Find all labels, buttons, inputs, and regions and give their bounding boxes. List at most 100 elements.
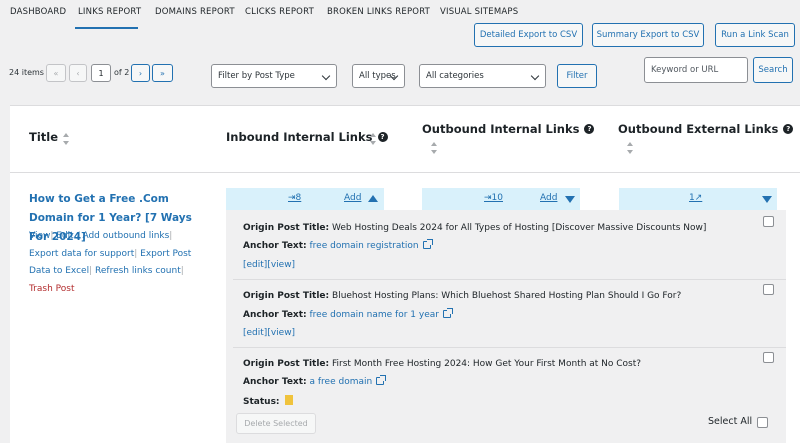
origin-title: Web Hosting Deals 2024 for All Types of … <box>332 223 707 233</box>
items-count: 24 items <box>9 68 44 77</box>
select-all-label: Select All <box>708 416 753 427</box>
expand-icon[interactable] <box>762 196 772 203</box>
help-icon[interactable]: ? <box>584 124 595 134</box>
external-link-icon[interactable] <box>376 375 387 385</box>
inbound-count-link[interactable]: ⇥8 <box>288 193 301 203</box>
origin-label: Origin Post Title: <box>243 359 330 369</box>
search-button[interactable]: Search <box>753 57 793 83</box>
sort-icon[interactable] <box>430 142 438 158</box>
inbound-add-link[interactable]: Add <box>344 193 361 203</box>
anchor-label: Anchor Text: <box>243 241 307 251</box>
tab-domains-report[interactable]: DOMAINS REPORT <box>155 7 235 17</box>
summary-export-button[interactable]: Summary Export to CSV <box>592 23 704 47</box>
external-link-icon[interactable] <box>442 308 453 318</box>
entry-divider <box>233 347 786 348</box>
origin-label: Origin Post Title: <box>243 291 330 301</box>
entry-actions: [edit][view] <box>243 328 295 338</box>
detailed-export-button[interactable]: Detailed Export to CSV <box>474 23 583 47</box>
delete-selected-button[interactable]: Delete Selected <box>236 413 316 434</box>
anchor-line: Anchor Text: a free domain <box>243 375 387 387</box>
column-title[interactable]: Title <box>29 130 58 144</box>
sort-icon[interactable] <box>369 133 377 149</box>
header-divider <box>10 172 800 173</box>
types-select[interactable]: All types <box>352 64 405 88</box>
status-flag-icon <box>284 395 293 405</box>
view-link[interactable]: View <box>29 231 50 241</box>
inbound-count-bar: ⇥8 Add <box>226 188 384 210</box>
page-total: of 2 <box>114 68 130 77</box>
export-support-link[interactable]: Export data for support <box>29 249 134 259</box>
categories-select-value: All categories <box>426 71 484 81</box>
column-outbound-external-label: Outbound External Links <box>618 122 779 136</box>
outbound-internal-count-link[interactable]: ⇥10 <box>484 193 503 203</box>
anchor-line: Anchor Text: free domain name for 1 year <box>243 308 453 320</box>
entry-divider <box>233 279 786 280</box>
entry-checkbox[interactable] <box>763 284 774 295</box>
chevron-down-icon <box>530 71 540 81</box>
outbound-external-count-link[interactable]: 1↗ <box>689 193 702 203</box>
external-link-icon[interactable] <box>422 239 433 249</box>
current-page-input[interactable]: 1 <box>91 64 111 82</box>
column-outbound-external[interactable]: Outbound External Links ? <box>618 122 794 136</box>
tab-dashboard[interactable]: DASHBOARD <box>10 7 66 17</box>
refresh-count-link[interactable]: Refresh links count <box>95 266 181 276</box>
help-icon[interactable]: ? <box>783 124 794 134</box>
column-inbound-internal[interactable]: Inbound Internal Links ? <box>226 130 388 144</box>
search-input[interactable]: Keyword or URL <box>644 57 748 83</box>
categories-select[interactable]: All categories <box>419 64 546 88</box>
tab-clicks-report[interactable]: CLICKS REPORT <box>245 7 314 17</box>
anchor-text-link[interactable]: free domain registration <box>310 241 419 251</box>
column-outbound-internal-label: Outbound Internal Links <box>422 122 580 136</box>
anchor-line: Anchor Text: free domain registration <box>243 239 433 251</box>
status-label: Status: <box>243 397 280 407</box>
prev-page-button[interactable]: ‹ <box>69 64 87 82</box>
post-type-select[interactable]: Filter by Post Type <box>211 64 337 88</box>
origin-line: Origin Post Title: First Month Free Host… <box>243 359 641 369</box>
edit-outbound-link[interactable]: Edit / Add outbound links <box>56 231 169 241</box>
trash-post-link[interactable]: Trash Post <box>29 284 74 294</box>
entry-checkbox[interactable] <box>763 216 774 227</box>
anchor-label: Anchor Text: <box>243 310 307 320</box>
anchor-label: Anchor Text: <box>243 377 307 387</box>
origin-line: Origin Post Title: Bluehost Hosting Plan… <box>243 291 681 301</box>
column-title-label: Title <box>29 130 59 144</box>
origin-title: Bluehost Hosting Plans: Which Bluehost S… <box>332 291 682 301</box>
help-icon[interactable]: ? <box>377 132 388 142</box>
edit-link[interactable]: [edit] <box>243 328 267 338</box>
view-link[interactable]: [view] <box>267 260 295 270</box>
outbound-internal-add-link[interactable]: Add <box>540 193 557 203</box>
sort-icon[interactable] <box>626 142 634 158</box>
collapse-icon[interactable] <box>368 195 378 202</box>
expand-icon[interactable] <box>565 196 575 203</box>
anchor-text-link[interactable]: a free domain <box>310 377 373 387</box>
filter-button[interactable]: Filter <box>557 64 597 88</box>
column-outbound-internal[interactable]: Outbound Internal Links ? <box>422 122 595 136</box>
next-page-button[interactable]: › <box>131 64 150 82</box>
column-inbound-label: Inbound Internal Links <box>226 130 373 144</box>
post-type-select-value: Filter by Post Type <box>218 71 295 81</box>
outbound-internal-count-bar: ⇥10 Add <box>422 188 580 210</box>
origin-label: Origin Post Title: <box>243 223 330 233</box>
tab-broken-links-report[interactable]: BROKEN LINKS REPORT <box>327 7 430 17</box>
active-tab-indicator <box>75 27 138 29</box>
origin-line: Origin Post Title: Web Hosting Deals 202… <box>243 223 706 233</box>
inbound-links-panel: Origin Post Title: Web Hosting Deals 202… <box>226 210 786 443</box>
status-line: Status: <box>243 395 293 407</box>
run-link-scan-button[interactable]: Run a Link Scan <box>715 23 795 47</box>
chevron-down-icon <box>321 71 331 81</box>
tab-links-report[interactable]: LINKS REPORT <box>78 7 141 17</box>
links-table: Title Inbound Internal Links ? Outbound … <box>10 105 800 443</box>
origin-title: First Month Free Hosting 2024: How Get Y… <box>332 359 642 369</box>
first-page-button[interactable]: « <box>46 64 66 82</box>
sort-icon[interactable] <box>62 133 70 149</box>
view-link[interactable]: [view] <box>267 328 295 338</box>
entry-checkbox[interactable] <box>763 352 774 363</box>
edit-link[interactable]: [edit] <box>243 260 267 270</box>
anchor-text-link[interactable]: free domain name for 1 year <box>310 310 439 320</box>
select-all-checkbox[interactable] <box>757 417 768 428</box>
entry-actions: [edit][view] <box>243 260 295 270</box>
tab-visual-sitemaps[interactable]: VISUAL SITEMAPS <box>440 7 518 17</box>
outbound-external-count-bar: 1↗ <box>619 188 777 210</box>
row-actions: View| Edit / Add outbound links| Export … <box>29 231 192 294</box>
last-page-button[interactable]: » <box>152 64 173 82</box>
